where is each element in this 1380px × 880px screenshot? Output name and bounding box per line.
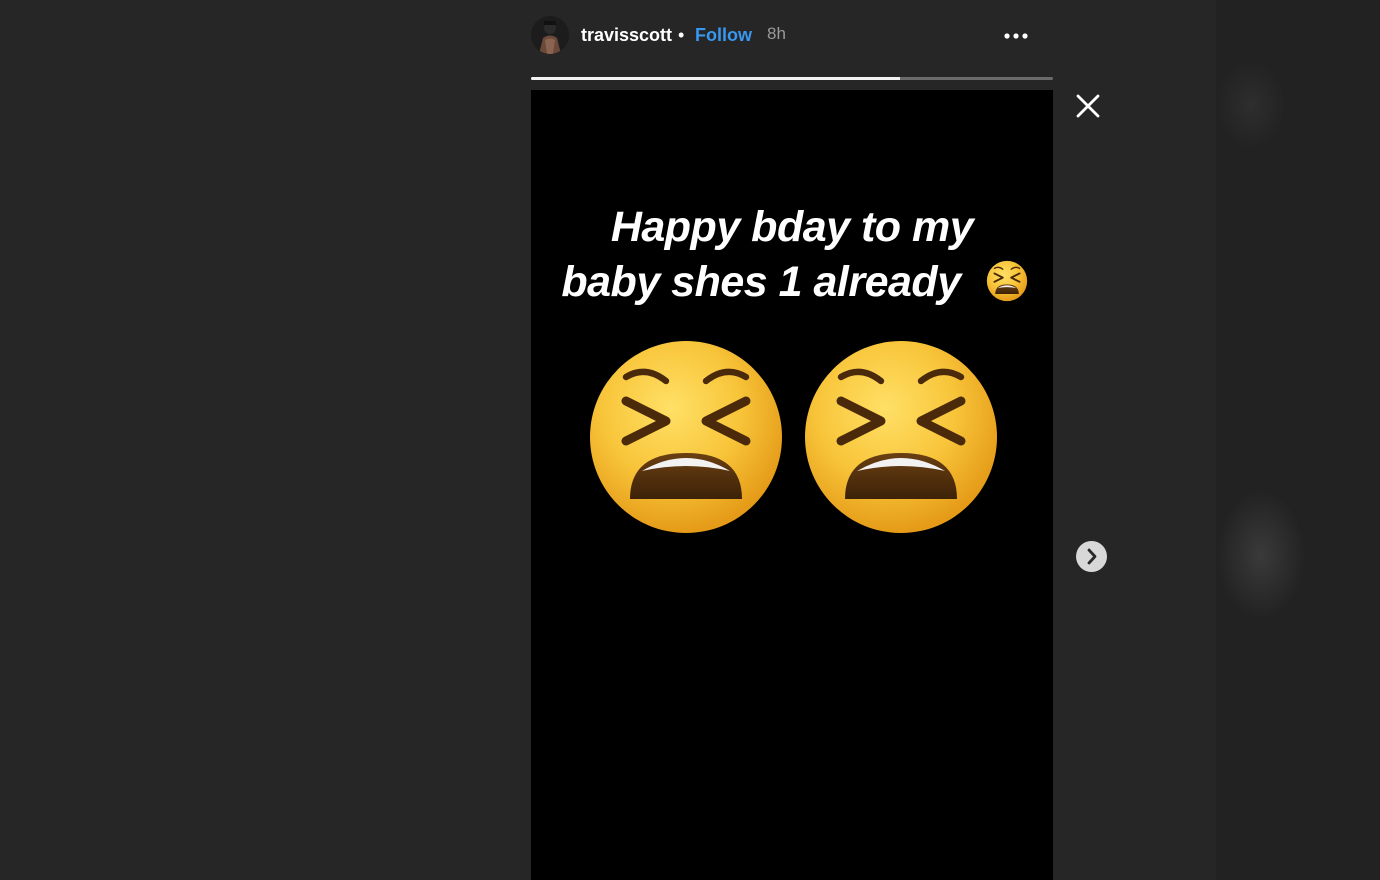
- caption-line-2: baby shes 1 already: [561, 258, 961, 306]
- chevron-right-icon: [1087, 548, 1097, 565]
- tired-face-emoji-left: [586, 337, 786, 537]
- caption-line-1: Happy bday to my: [610, 203, 974, 251]
- tired-face-emoji-right: [801, 337, 1001, 537]
- story-content[interactable]: Happy bday to my baby shes 1 already: [531, 90, 1053, 880]
- follow-button[interactable]: Follow: [695, 25, 752, 46]
- username[interactable]: travisscott: [581, 25, 672, 46]
- more-options-icon[interactable]: [1002, 26, 1030, 46]
- preview-blur-middle: [1216, 490, 1306, 620]
- story-progress-bar: [531, 77, 1053, 80]
- separator-dot: •: [678, 25, 685, 45]
- avatar[interactable]: [531, 16, 569, 54]
- story-progress-fill: [531, 77, 901, 80]
- story-caption: Happy bday to my baby shes 1 already: [531, 200, 1053, 310]
- preview-blur-top: [1216, 60, 1286, 150]
- timestamp: 8h: [767, 24, 786, 43]
- story-header: travisscott • Follow 8h: [531, 14, 1053, 58]
- next-story-button[interactable]: [1076, 541, 1107, 572]
- close-icon[interactable]: [1074, 92, 1102, 120]
- next-story-preview[interactable]: [1216, 0, 1380, 880]
- tired-face-emoji-small: [986, 260, 1028, 302]
